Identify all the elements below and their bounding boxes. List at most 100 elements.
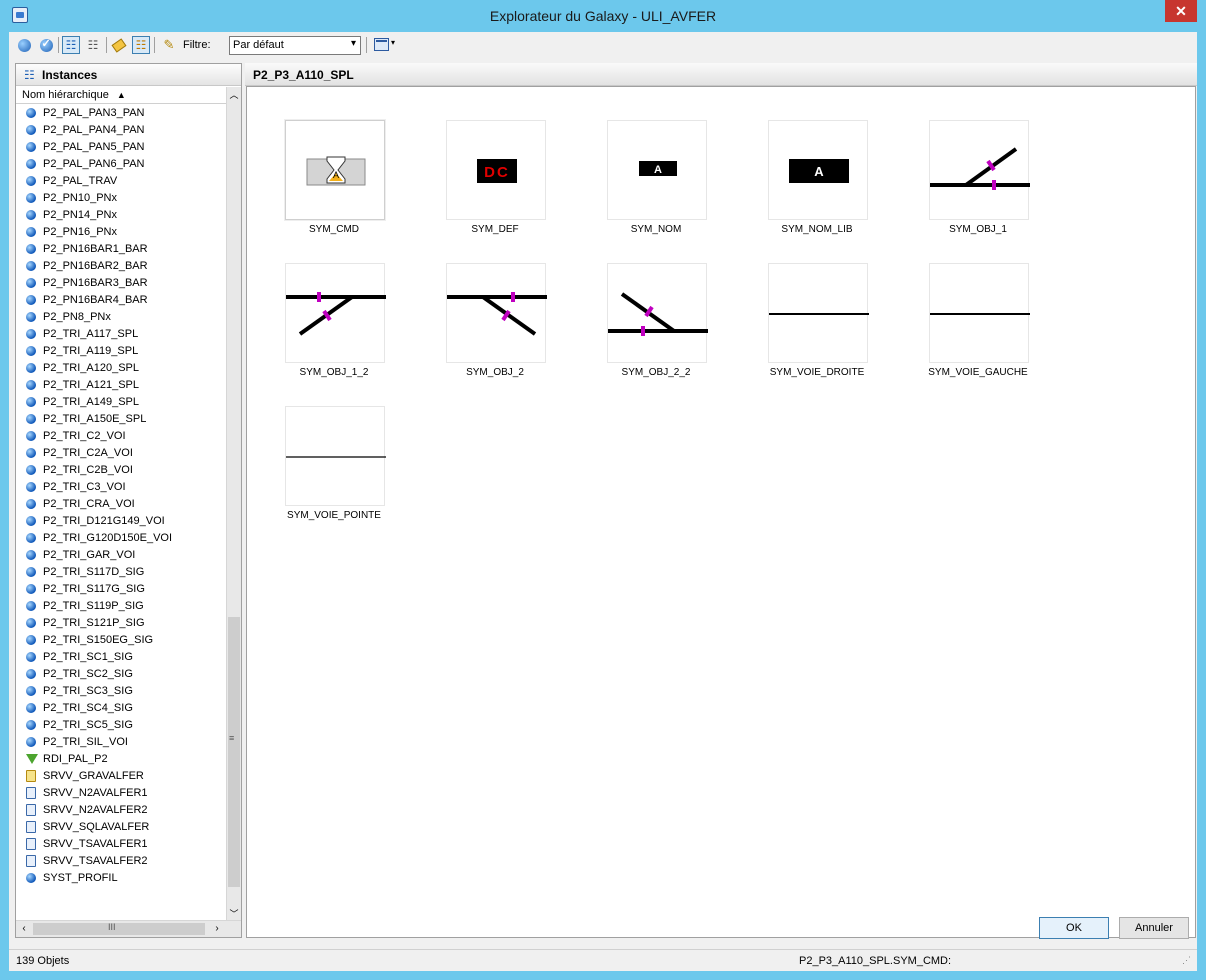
symbol-tile[interactable]: SYM_VOIE_POINTE: [274, 406, 394, 530]
instance-icon: [26, 277, 36, 288]
symbol-preview: [929, 120, 1030, 220]
symbol-tile[interactable]: A SYM_NOM_LIB: [757, 120, 877, 244]
list-item[interactable]: P2_TRI_S121P_SIG: [16, 614, 226, 631]
list-item[interactable]: P2_TRI_S119P_SIG: [16, 597, 226, 614]
list-item[interactable]: P2_TRI_SC3_SIG: [16, 682, 226, 699]
list-item[interactable]: P2_PN8_PNx: [16, 308, 226, 325]
list-item[interactable]: P2_TRI_A120_SPL: [16, 359, 226, 376]
list-item[interactable]: SRVV_N2AVALFER1: [16, 784, 226, 801]
list-item[interactable]: P2_TRI_GAR_VOI: [16, 546, 226, 563]
list-item-label: P2_PN14_PNx: [43, 208, 117, 221]
scroll-thumb[interactable]: [228, 617, 240, 887]
list-item[interactable]: P2_TRI_A121_SPL: [16, 376, 226, 393]
list-item[interactable]: P2_PN14_PNx: [16, 206, 226, 223]
list-item[interactable]: P2_PN16BAR3_BAR: [16, 274, 226, 291]
list-item[interactable]: RDI_PAL_P2: [16, 750, 226, 767]
list-item[interactable]: SRVV_GRAVALFER: [16, 767, 226, 784]
instance-icon: [26, 294, 36, 305]
list-view-icon[interactable]: ☷: [62, 36, 80, 54]
list-item[interactable]: P2_TRI_C2_VOI: [16, 427, 226, 444]
list-item[interactable]: P2_PN16BAR4_BAR: [16, 291, 226, 308]
list-item[interactable]: P2_PN16_PNx: [16, 223, 226, 240]
ok-button[interactable]: OK: [1039, 917, 1109, 939]
list-item[interactable]: P2_TRI_SC2_SIG: [16, 665, 226, 682]
symbol-tile[interactable]: SYM_OBJ_1: [918, 120, 1038, 244]
symbol-preview: [768, 263, 869, 363]
symbol-tile[interactable]: SYM_OBJ_2: [435, 263, 555, 387]
tree-view-icon[interactable]: ☷: [84, 36, 102, 54]
list-item[interactable]: P2_TRI_C2A_VOI: [16, 444, 226, 461]
list-item[interactable]: P2_TRI_S150EG_SIG: [16, 631, 226, 648]
tag-icon[interactable]: [110, 36, 128, 54]
scroll-right-icon[interactable]: ›: [209, 921, 225, 937]
list-item-label: P2_TRI_C3_VOI: [43, 480, 126, 493]
symbol-tile[interactable]: SYM_OBJ_1_2: [274, 263, 394, 387]
filter-select[interactable]: Par défaut ▾: [229, 36, 361, 55]
close-button[interactable]: ✕: [1165, 0, 1197, 22]
symbol-tile[interactable]: SYM_VOIE_DROITE: [757, 263, 877, 387]
symbol-preview: A: [607, 120, 707, 220]
list-item[interactable]: P2_PAL_PAN5_PAN: [16, 138, 226, 155]
list-item[interactable]: SRVV_SQLAVALFER: [16, 818, 226, 835]
list-item[interactable]: P2_PAL_PAN3_PAN: [16, 104, 226, 121]
instances-title: Instances: [42, 68, 98, 82]
list-item[interactable]: P2_TRI_A150E_SPL: [16, 410, 226, 427]
instance-icon: [26, 260, 36, 271]
symbol-label: SYM_OBJ_1: [949, 224, 1007, 235]
vertical-scrollbar[interactable]: ︿ ≡ ﹀: [226, 87, 241, 922]
list-item[interactable]: P2_TRI_A117_SPL: [16, 325, 226, 342]
filter-value: Par défaut: [233, 39, 284, 51]
view-mode-icon[interactable]: ▾: [372, 36, 400, 54]
list-item[interactable]: P2_PN10_PNx: [16, 189, 226, 206]
instance-icon: [26, 413, 36, 424]
scroll-left-icon[interactable]: ‹: [16, 921, 32, 937]
list-item[interactable]: P2_TRI_G120D150E_VOI: [16, 529, 226, 546]
list-item[interactable]: P2_PAL_PAN4_PAN: [16, 121, 226, 138]
title-bar[interactable]: Explorateur du Galaxy - ULI_AVFER ✕: [5, 0, 1201, 32]
hierarchy-icon[interactable]: ☷: [132, 36, 150, 54]
list-item[interactable]: SRVV_N2AVALFER2: [16, 801, 226, 818]
list-item[interactable]: P2_TRI_D121G149_VOI: [16, 512, 226, 529]
scroll-up-icon[interactable]: ︿: [227, 87, 241, 103]
window-title: Explorateur du Galaxy - ULI_AVFER: [489, 8, 717, 24]
list-item[interactable]: P2_TRI_SC1_SIG: [16, 648, 226, 665]
list-item-label: P2_TRI_A120_SPL: [43, 361, 140, 374]
list-item[interactable]: P2_TRI_S117D_SIG: [16, 563, 226, 580]
horizontal-scrollbar[interactable]: ‹ III ›: [16, 920, 241, 937]
list-item-label: P2_PAL_PAN3_PAN: [43, 106, 145, 119]
list-item[interactable]: SYST_PROFIL: [16, 869, 226, 886]
cancel-button[interactable]: Annuler: [1119, 917, 1189, 939]
check-globe-icon[interactable]: [37, 36, 55, 54]
list-item[interactable]: P2_PN16BAR2_BAR: [16, 257, 226, 274]
list-item[interactable]: P2_TRI_C2B_VOI: [16, 461, 226, 478]
filter-label: Filtre:: [183, 39, 211, 51]
list-item[interactable]: P2_TRI_SC5_SIG: [16, 716, 226, 733]
list-item[interactable]: SRVV_TSAVALFER2: [16, 852, 226, 869]
symbol-tile[interactable]: A SYM_CMD: [274, 120, 394, 244]
symbol-tile[interactable]: SYM_VOIE_GAUCHE: [918, 263, 1038, 387]
symbol-tile[interactable]: SYM_OBJ_2_2: [596, 263, 716, 387]
list-item-label: P2_TRI_SIL_VOI: [43, 735, 128, 748]
list-item[interactable]: P2_TRI_CRA_VOI: [16, 495, 226, 512]
list-item[interactable]: P2_TRI_SIL_VOI: [16, 733, 226, 750]
list-item[interactable]: SRVV_TSAVALFER1: [16, 835, 226, 852]
resize-grip-icon[interactable]: ⋰: [1182, 955, 1191, 966]
list-item-label: P2_TRI_A150E_SPL: [43, 412, 147, 425]
symbol-tile[interactable]: A SYM_NOM: [596, 120, 716, 244]
toolbar-separator: [58, 37, 59, 53]
symbol-tile[interactable]: DC SYM_DEF: [435, 120, 555, 244]
list-item[interactable]: P2_TRI_A149_SPL: [16, 393, 226, 410]
selected-path: P2_P3_A110_SPL.SYM_CMD:: [799, 955, 952, 967]
list-item[interactable]: P2_PAL_PAN6_PAN: [16, 155, 226, 172]
list-item[interactable]: P2_TRI_S117G_SIG: [16, 580, 226, 597]
list-item-label: RDI_PAL_P2: [43, 752, 108, 765]
list-item[interactable]: P2_TRI_SC4_SIG: [16, 699, 226, 716]
filter-pen-icon[interactable]: ✎: [160, 36, 178, 54]
list-item[interactable]: P2_PAL_TRAV: [16, 172, 226, 189]
list-item[interactable]: P2_PN16BAR1_BAR: [16, 240, 226, 257]
list-item[interactable]: P2_TRI_A119_SPL: [16, 342, 226, 359]
globe-icon[interactable]: [15, 36, 33, 54]
hscroll-thumb[interactable]: [33, 923, 205, 935]
column-header-hierarchical-name[interactable]: Nom hiérarchique ▲: [16, 87, 226, 104]
list-item[interactable]: P2_TRI_C3_VOI: [16, 478, 226, 495]
